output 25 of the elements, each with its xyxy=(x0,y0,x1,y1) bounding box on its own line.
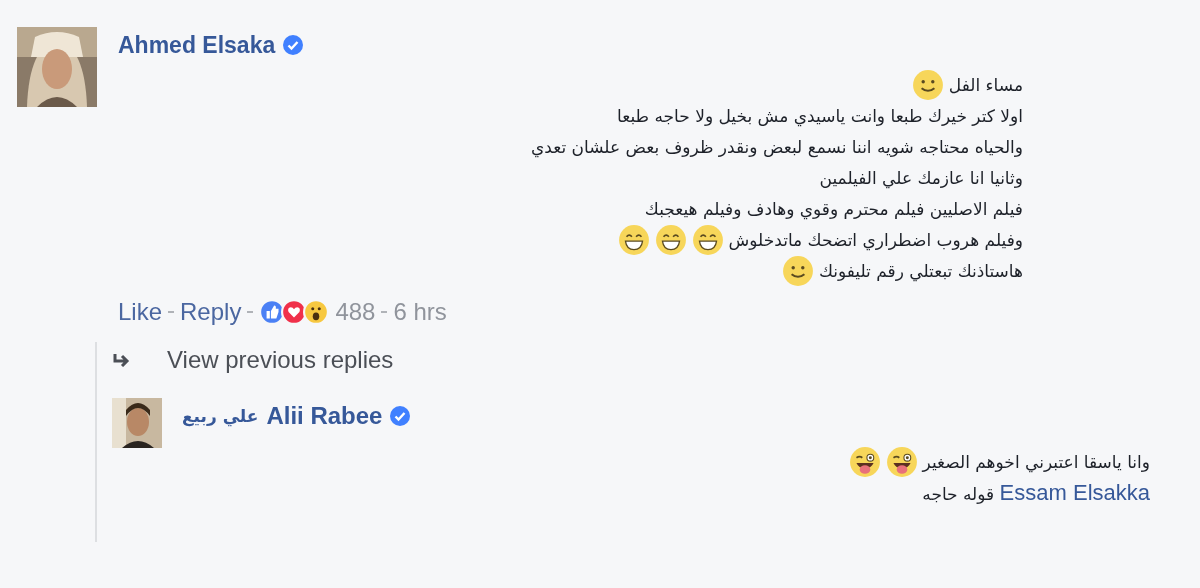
reply-arrow-icon xyxy=(112,353,132,367)
reply-text: وانا ياسقا اعتبرني اخوهم الصغير xyxy=(922,451,1150,472)
author-name[interactable]: Alii Rabee xyxy=(266,402,383,430)
comment-text: والحياه محتاجه شويه اننا نسمع لبعض ونقدر ظروف بعض علشان تعدي xyxy=(530,136,1023,157)
grinning-face-icon xyxy=(617,223,650,256)
comment-time: 6 hrs xyxy=(393,298,447,326)
smiley-icon xyxy=(781,254,814,287)
like-link[interactable]: Like xyxy=(118,298,163,326)
comment-text: اولا كتر خيرك طبعا وانت ياسيدي مش بخيل ولا حاجه طبعا xyxy=(617,105,1023,126)
surprised-face-reaction-icon[interactable] xyxy=(303,299,330,325)
author-name[interactable]: Ahmed Elsaka xyxy=(118,31,276,59)
smiley-icon xyxy=(911,68,944,101)
reply-link[interactable]: Reply xyxy=(180,298,242,326)
winking-tongue-face-icon xyxy=(885,445,918,478)
comment-text: فيلم الاصليين فيلم محترم وقوي وهادف وفيلم هيعجبك xyxy=(644,198,1023,219)
comment-text: هاستاذنك تبعتلي رقم تليفونك xyxy=(818,260,1023,281)
comment-text: مساء الفل xyxy=(948,74,1023,95)
view-previous-replies-link[interactable]: View previous replies xyxy=(167,346,394,374)
grinning-face-icon xyxy=(654,223,687,256)
comment-text: وفيلم هروب اضطراري اتضحك ماتدخلوش xyxy=(728,229,1023,250)
mention-link[interactable]: Essam Elsakka xyxy=(999,479,1150,505)
winking-tongue-face-icon xyxy=(848,445,881,478)
comment-text: وثانيا انا عازمك علي الفيلمين xyxy=(819,167,1023,188)
grinning-face-icon xyxy=(691,223,724,256)
author-alternate-name[interactable]: علي ربيع xyxy=(182,406,259,426)
